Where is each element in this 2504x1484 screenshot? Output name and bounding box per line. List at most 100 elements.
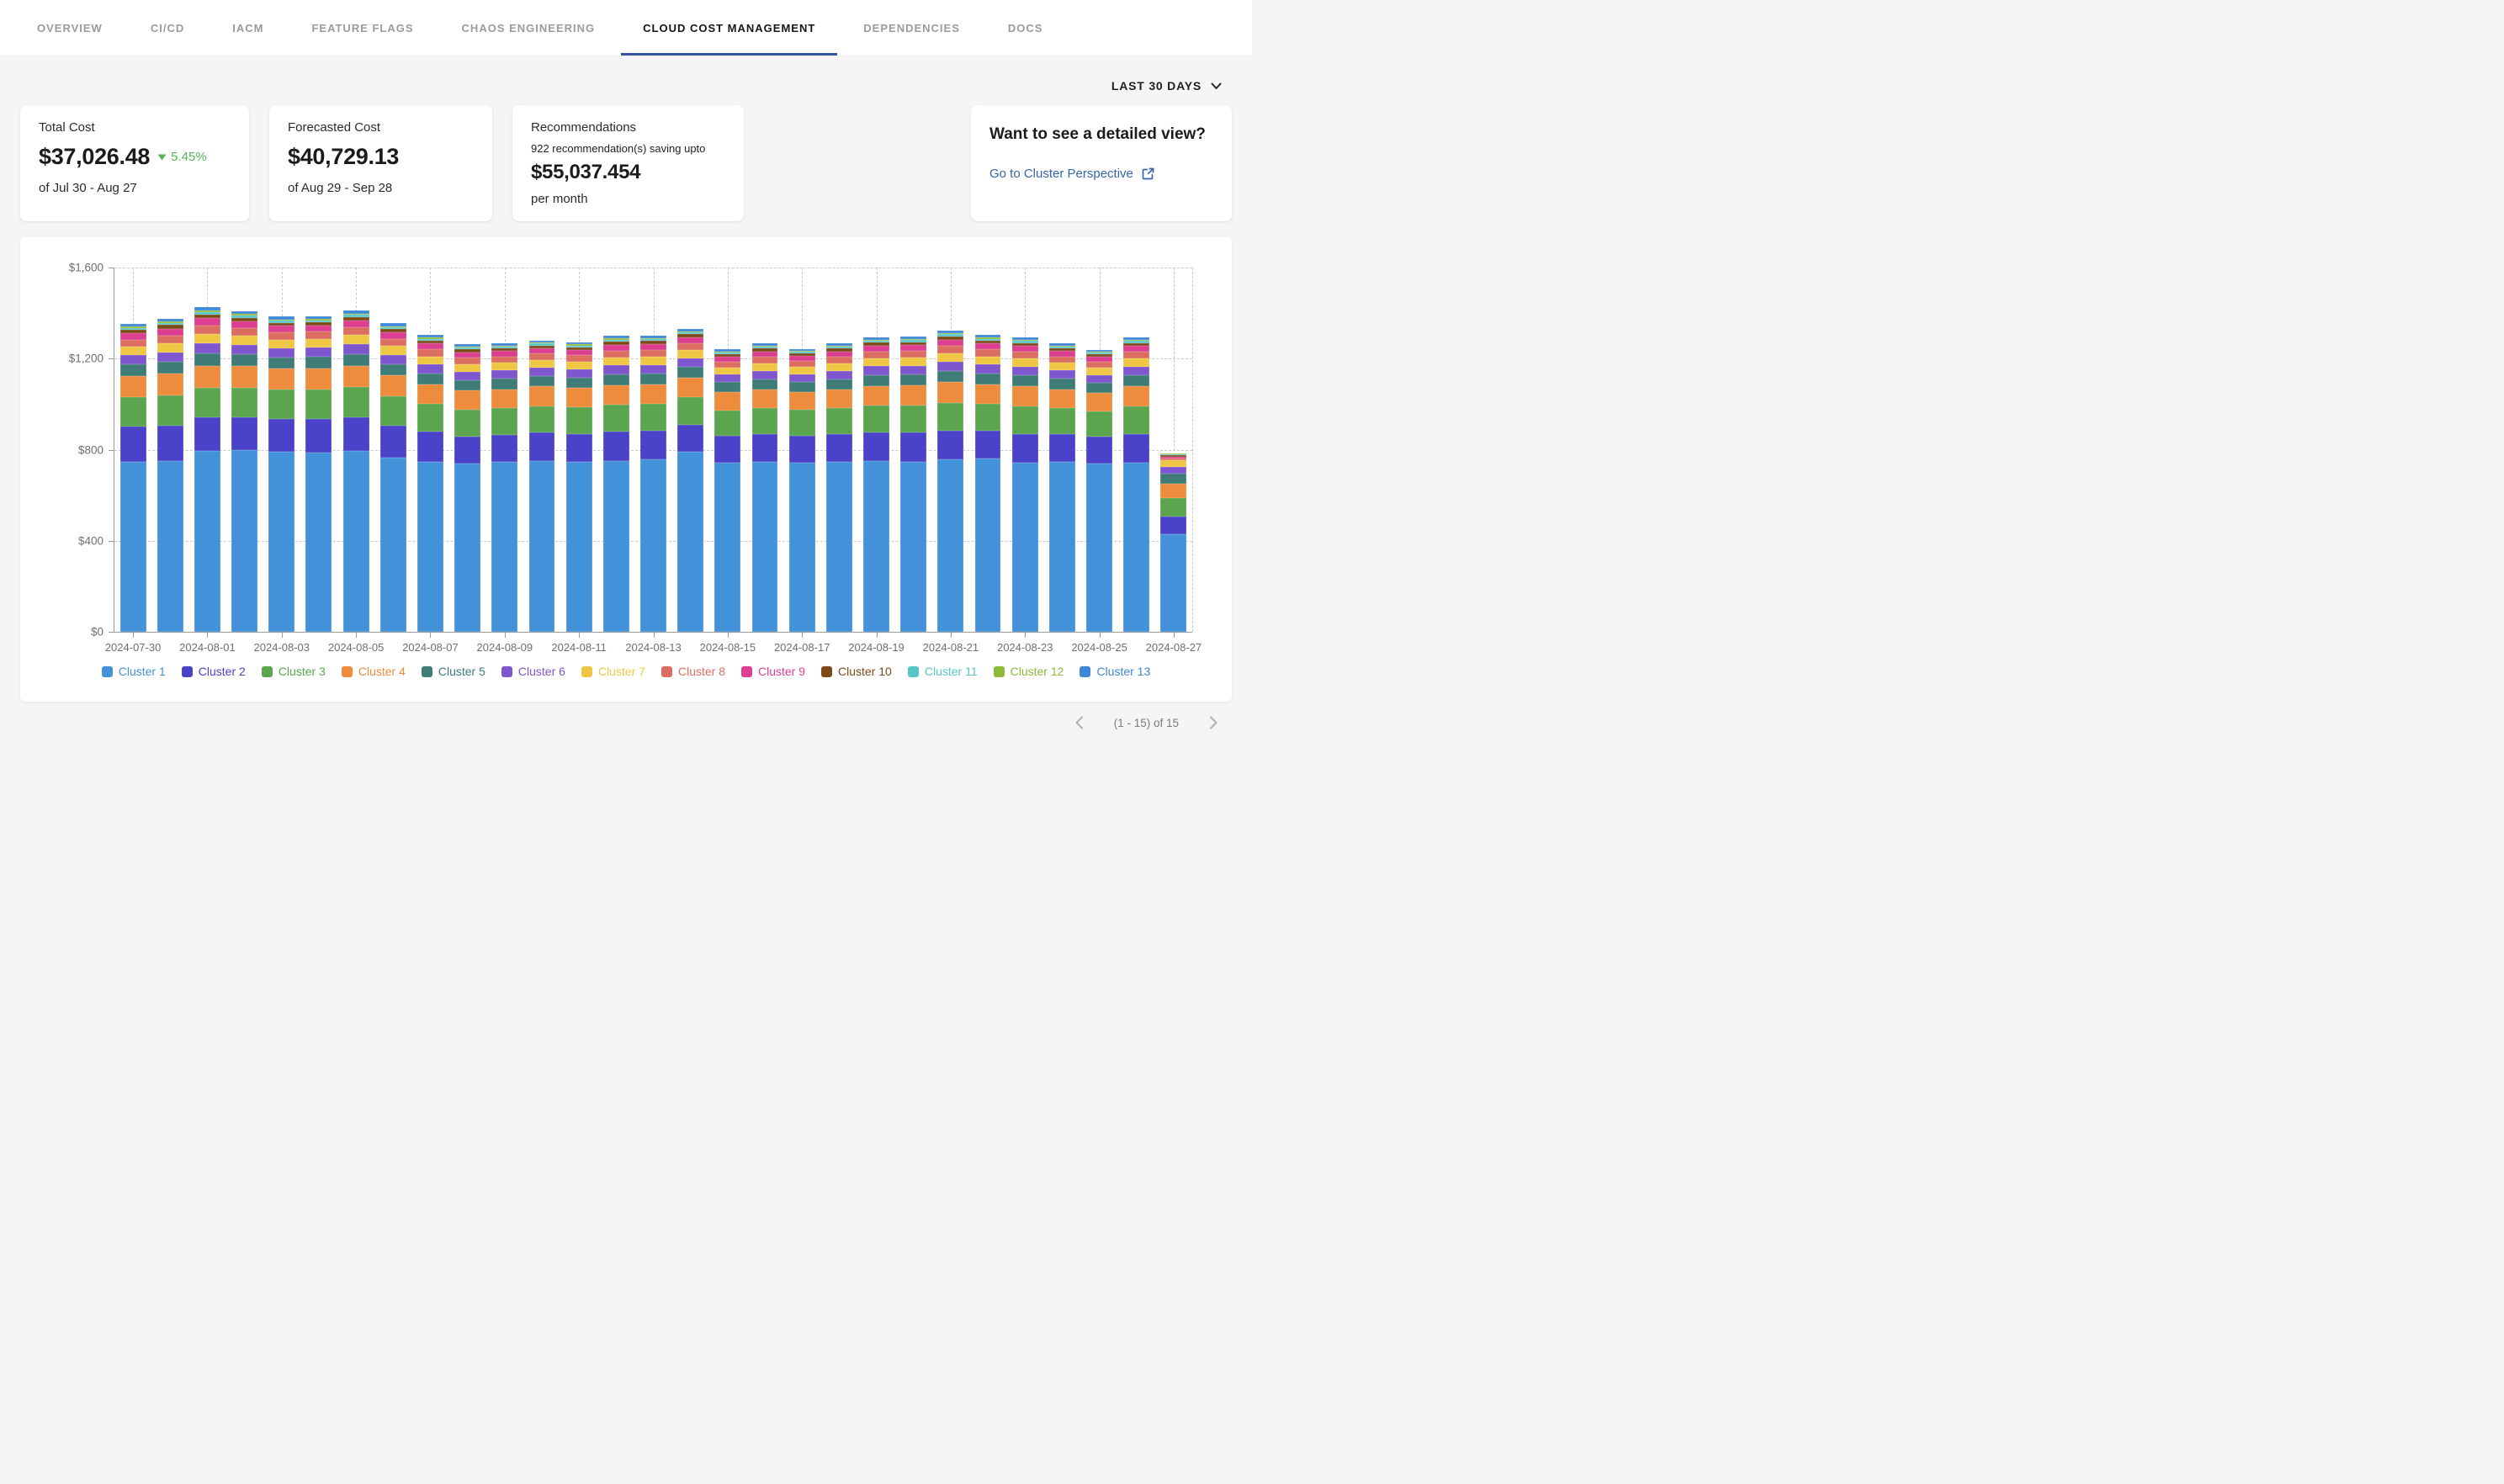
bar-segment-cluster-6[interactable]	[529, 368, 555, 376]
bar-segment-cluster-7[interactable]	[752, 363, 778, 371]
bar-segment-cluster-5[interactable]	[380, 364, 406, 376]
bar-segment-cluster-3[interactable]	[640, 404, 666, 431]
bar-segment-cluster-1[interactable]	[194, 451, 220, 632]
bar-segment-cluster-7[interactable]	[343, 335, 369, 344]
bar-segment-cluster-9[interactable]	[937, 340, 963, 347]
bar-segment-cluster-2[interactable]	[1086, 437, 1112, 464]
bar-segment-cluster-7[interactable]	[157, 343, 183, 352]
bar-segment-cluster-8[interactable]	[937, 346, 963, 353]
legend-item-cluster-3[interactable]: Cluster 3	[262, 665, 326, 678]
legend-item-cluster-4[interactable]: Cluster 4	[342, 665, 406, 678]
legend-item-cluster-10[interactable]: Cluster 10	[821, 665, 892, 678]
bar-segment-cluster-4[interactable]	[714, 392, 740, 411]
bar-segment-cluster-5[interactable]	[305, 357, 332, 368]
bar-segment-cluster-5[interactable]	[120, 364, 146, 376]
tab-feature-flags[interactable]: FEATURE FLAGS	[311, 0, 413, 56]
bar-segment-cluster-4[interactable]	[1086, 393, 1112, 411]
bar-segment-cluster-6[interactable]	[157, 352, 183, 362]
bar-segment-cluster-6[interactable]	[1160, 467, 1186, 474]
bar-segment-cluster-2[interactable]	[231, 417, 257, 451]
bar-segment-cluster-5[interactable]	[863, 375, 889, 386]
bar-segment-cluster-5[interactable]	[157, 362, 183, 374]
bar-segment-cluster-9[interactable]	[120, 333, 146, 340]
bar-segment-cluster-3[interactable]	[566, 407, 592, 434]
bar-segment-cluster-6[interactable]	[454, 372, 480, 380]
bar-segment-cluster-3[interactable]	[937, 403, 963, 431]
bar-segment-cluster-2[interactable]	[1123, 434, 1149, 463]
bar-segment-cluster-6[interactable]	[1049, 370, 1075, 379]
bar-segment-cluster-9[interactable]	[1012, 346, 1038, 352]
bar-segment-cluster-5[interactable]	[640, 374, 666, 384]
bar-segment-cluster-9[interactable]	[157, 329, 183, 336]
bar-segment-cluster-6[interactable]	[343, 344, 369, 353]
bar-segment-cluster-9[interactable]	[417, 343, 443, 349]
pagination-next-button[interactable]	[1209, 715, 1218, 730]
bar-segment-cluster-5[interactable]	[826, 379, 852, 390]
bar-segment-cluster-2[interactable]	[1049, 434, 1075, 461]
bar-segment-cluster-4[interactable]	[1123, 386, 1149, 406]
bar-segment-cluster-8[interactable]	[120, 340, 146, 347]
bar-segment-cluster-1[interactable]	[268, 452, 294, 632]
bar-segment-cluster-9[interactable]	[603, 345, 629, 351]
bar-segment-cluster-8[interactable]	[975, 349, 1001, 356]
bar-segment-cluster-5[interactable]	[937, 371, 963, 383]
bar-segment-cluster-3[interactable]	[1160, 498, 1186, 517]
legend-item-cluster-5[interactable]: Cluster 5	[422, 665, 485, 678]
tab-dependencies[interactable]: DEPENDENCIES	[863, 0, 960, 56]
bar-segment-cluster-1[interactable]	[529, 461, 555, 633]
bar-segment-cluster-7[interactable]	[975, 357, 1001, 365]
bar-segment-cluster-3[interactable]	[863, 405, 889, 432]
bar-segment-cluster-8[interactable]	[826, 357, 852, 363]
bar-segment-cluster-5[interactable]	[1049, 379, 1075, 389]
bar-segment-cluster-1[interactable]	[937, 459, 963, 632]
bar-segment-cluster-1[interactable]	[1049, 462, 1075, 632]
bar-segment-cluster-2[interactable]	[157, 426, 183, 461]
bar-segment-cluster-1[interactable]	[157, 461, 183, 633]
bar-segment-cluster-9[interactable]	[677, 337, 703, 343]
bar-segment-cluster-6[interactable]	[305, 347, 332, 357]
bar-segment-cluster-1[interactable]	[491, 462, 517, 632]
bar-segment-cluster-4[interactable]	[752, 390, 778, 408]
bar-segment-cluster-8[interactable]	[900, 351, 926, 358]
bar-segment-cluster-8[interactable]	[863, 352, 889, 358]
bar-segment-cluster-1[interactable]	[1123, 463, 1149, 632]
tab-overview[interactable]: OVERVIEW	[37, 0, 103, 56]
bar-segment-cluster-3[interactable]	[454, 410, 480, 437]
bar-segment-cluster-5[interactable]	[491, 379, 517, 389]
bar-segment-cluster-5[interactable]	[975, 374, 1001, 384]
bar-segment-cluster-7[interactable]	[1049, 363, 1075, 370]
bar-segment-cluster-3[interactable]	[1012, 406, 1038, 433]
bar-segment-cluster-3[interactable]	[380, 396, 406, 426]
bar-segment-cluster-2[interactable]	[1012, 434, 1038, 463]
bar-segment-cluster-3[interactable]	[714, 411, 740, 436]
bar-segment-cluster-8[interactable]	[603, 351, 629, 358]
bar-segment-cluster-2[interactable]	[529, 432, 555, 460]
bar-segment-cluster-8[interactable]	[231, 328, 257, 336]
bar-segment-cluster-7[interactable]	[417, 357, 443, 365]
bar-segment-cluster-8[interactable]	[268, 332, 294, 340]
bar-segment-cluster-7[interactable]	[677, 350, 703, 358]
bar-segment-cluster-8[interactable]	[1123, 352, 1149, 358]
legend-item-cluster-9[interactable]: Cluster 9	[741, 665, 805, 678]
bar-segment-cluster-4[interactable]	[826, 390, 852, 408]
bar-segment-cluster-4[interactable]	[603, 385, 629, 405]
bar-segment-cluster-1[interactable]	[603, 461, 629, 633]
legend-item-cluster-6[interactable]: Cluster 6	[501, 665, 565, 678]
bar-segment-cluster-4[interactable]	[529, 386, 555, 405]
date-range-selector[interactable]: LAST 30 DAYS	[1111, 79, 1222, 93]
bar-segment-cluster-7[interactable]	[491, 363, 517, 370]
bar-segment-cluster-4[interactable]	[268, 368, 294, 390]
bar-segment-cluster-9[interactable]	[640, 344, 666, 350]
bar-segment-cluster-6[interactable]	[566, 369, 592, 378]
bar-segment-cluster-2[interactable]	[752, 434, 778, 461]
bar-segment-cluster-3[interactable]	[1123, 406, 1149, 433]
bar-segment-cluster-4[interactable]	[454, 390, 480, 410]
legend-item-cluster-13[interactable]: Cluster 13	[1080, 665, 1150, 678]
bar-segment-cluster-1[interactable]	[343, 451, 369, 632]
bar-segment-cluster-7[interactable]	[863, 358, 889, 367]
legend-item-cluster-11[interactable]: Cluster 11	[908, 665, 978, 678]
bar-segment-cluster-6[interactable]	[417, 364, 443, 373]
bar-segment-cluster-4[interactable]	[380, 375, 406, 396]
bar-segment-cluster-6[interactable]	[714, 374, 740, 382]
bar-segment-cluster-3[interactable]	[305, 390, 332, 419]
